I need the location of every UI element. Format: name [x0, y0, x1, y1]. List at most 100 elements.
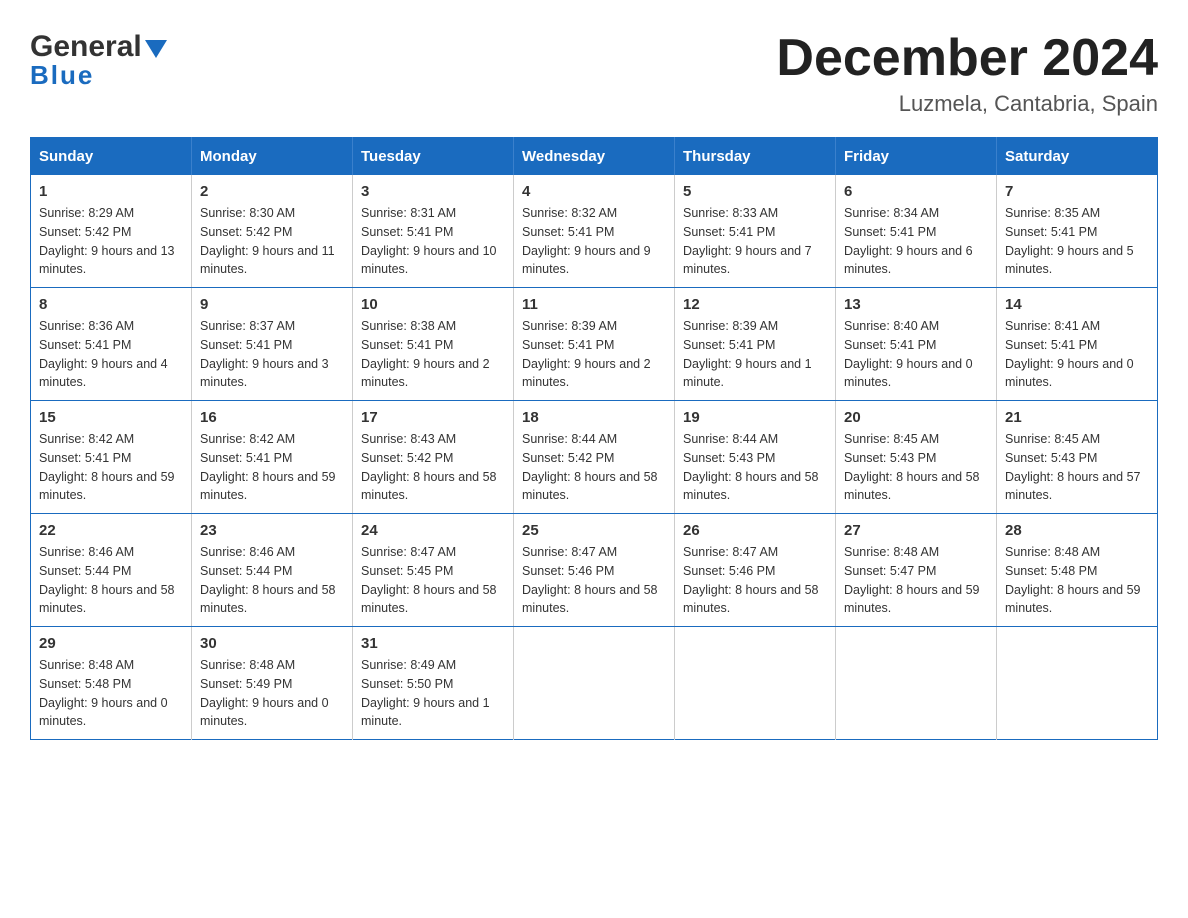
table-row: 20 Sunrise: 8:45 AM Sunset: 5:43 PM Dayl…	[836, 401, 997, 514]
table-row: 2 Sunrise: 8:30 AM Sunset: 5:42 PM Dayli…	[192, 175, 353, 288]
col-header-monday: Monday	[192, 138, 353, 176]
calendar-location: Luzmela, Cantabria, Spain	[776, 91, 1158, 117]
table-row	[675, 627, 836, 740]
day-number: 7	[1005, 183, 1149, 200]
table-row: 1 Sunrise: 8:29 AM Sunset: 5:42 PM Dayli…	[31, 175, 192, 288]
table-row: 5 Sunrise: 8:33 AM Sunset: 5:41 PM Dayli…	[675, 175, 836, 288]
day-number: 3	[361, 183, 505, 200]
calendar-title: December 2024	[776, 30, 1158, 87]
table-row: 29 Sunrise: 8:48 AM Sunset: 5:48 PM Dayl…	[31, 627, 192, 740]
table-row: 12 Sunrise: 8:39 AM Sunset: 5:41 PM Dayl…	[675, 288, 836, 401]
calendar-table: Sunday Monday Tuesday Wednesday Thursday…	[30, 137, 1158, 740]
day-info: Sunrise: 8:47 AM Sunset: 5:46 PM Dayligh…	[683, 543, 827, 618]
day-number: 29	[39, 635, 183, 652]
calendar-week-row: 15 Sunrise: 8:42 AM Sunset: 5:41 PM Dayl…	[31, 401, 1158, 514]
day-info: Sunrise: 8:48 AM Sunset: 5:48 PM Dayligh…	[1005, 543, 1149, 618]
day-number: 13	[844, 296, 988, 313]
day-number: 20	[844, 409, 988, 426]
page-header: General Blue December 2024 Luzmela, Cant…	[30, 30, 1158, 117]
day-info: Sunrise: 8:49 AM Sunset: 5:50 PM Dayligh…	[361, 656, 505, 731]
day-number: 24	[361, 522, 505, 539]
day-number: 31	[361, 635, 505, 652]
table-row	[997, 627, 1158, 740]
table-row: 6 Sunrise: 8:34 AM Sunset: 5:41 PM Dayli…	[836, 175, 997, 288]
day-info: Sunrise: 8:45 AM Sunset: 5:43 PM Dayligh…	[844, 430, 988, 505]
col-header-sunday: Sunday	[31, 138, 192, 176]
day-info: Sunrise: 8:37 AM Sunset: 5:41 PM Dayligh…	[200, 317, 344, 392]
table-row: 31 Sunrise: 8:49 AM Sunset: 5:50 PM Dayl…	[353, 627, 514, 740]
day-number: 14	[1005, 296, 1149, 313]
day-info: Sunrise: 8:34 AM Sunset: 5:41 PM Dayligh…	[844, 204, 988, 279]
day-info: Sunrise: 8:39 AM Sunset: 5:41 PM Dayligh…	[522, 317, 666, 392]
day-number: 10	[361, 296, 505, 313]
table-row: 10 Sunrise: 8:38 AM Sunset: 5:41 PM Dayl…	[353, 288, 514, 401]
table-row: 4 Sunrise: 8:32 AM Sunset: 5:41 PM Dayli…	[514, 175, 675, 288]
logo-arrow-icon	[145, 32, 167, 65]
day-number: 1	[39, 183, 183, 200]
col-header-tuesday: Tuesday	[353, 138, 514, 176]
day-number: 8	[39, 296, 183, 313]
day-info: Sunrise: 8:33 AM Sunset: 5:41 PM Dayligh…	[683, 204, 827, 279]
day-number: 19	[683, 409, 827, 426]
logo-text-general: General	[30, 30, 142, 63]
day-number: 22	[39, 522, 183, 539]
col-header-thursday: Thursday	[675, 138, 836, 176]
day-info: Sunrise: 8:31 AM Sunset: 5:41 PM Dayligh…	[361, 204, 505, 279]
table-row: 8 Sunrise: 8:36 AM Sunset: 5:41 PM Dayli…	[31, 288, 192, 401]
day-info: Sunrise: 8:47 AM Sunset: 5:45 PM Dayligh…	[361, 543, 505, 618]
day-info: Sunrise: 8:42 AM Sunset: 5:41 PM Dayligh…	[39, 430, 183, 505]
logo-name: General	[30, 30, 167, 63]
day-number: 6	[844, 183, 988, 200]
title-block: December 2024 Luzmela, Cantabria, Spain	[776, 30, 1158, 117]
day-number: 5	[683, 183, 827, 200]
day-info: Sunrise: 8:30 AM Sunset: 5:42 PM Dayligh…	[200, 204, 344, 279]
table-row: 3 Sunrise: 8:31 AM Sunset: 5:41 PM Dayli…	[353, 175, 514, 288]
day-info: Sunrise: 8:40 AM Sunset: 5:41 PM Dayligh…	[844, 317, 988, 392]
day-number: 4	[522, 183, 666, 200]
logo: General Blue	[30, 30, 167, 90]
day-number: 30	[200, 635, 344, 652]
table-row: 17 Sunrise: 8:43 AM Sunset: 5:42 PM Dayl…	[353, 401, 514, 514]
table-row: 14 Sunrise: 8:41 AM Sunset: 5:41 PM Dayl…	[997, 288, 1158, 401]
day-info: Sunrise: 8:32 AM Sunset: 5:41 PM Dayligh…	[522, 204, 666, 279]
day-info: Sunrise: 8:41 AM Sunset: 5:41 PM Dayligh…	[1005, 317, 1149, 392]
day-number: 11	[522, 296, 666, 313]
day-number: 26	[683, 522, 827, 539]
day-info: Sunrise: 8:46 AM Sunset: 5:44 PM Dayligh…	[200, 543, 344, 618]
day-number: 9	[200, 296, 344, 313]
table-row: 30 Sunrise: 8:48 AM Sunset: 5:49 PM Dayl…	[192, 627, 353, 740]
day-number: 21	[1005, 409, 1149, 426]
table-row: 7 Sunrise: 8:35 AM Sunset: 5:41 PM Dayli…	[997, 175, 1158, 288]
day-info: Sunrise: 8:44 AM Sunset: 5:43 PM Dayligh…	[683, 430, 827, 505]
day-number: 2	[200, 183, 344, 200]
table-row	[514, 627, 675, 740]
table-row: 18 Sunrise: 8:44 AM Sunset: 5:42 PM Dayl…	[514, 401, 675, 514]
day-info: Sunrise: 8:45 AM Sunset: 5:43 PM Dayligh…	[1005, 430, 1149, 505]
day-number: 17	[361, 409, 505, 426]
day-number: 18	[522, 409, 666, 426]
day-info: Sunrise: 8:46 AM Sunset: 5:44 PM Dayligh…	[39, 543, 183, 618]
day-number: 16	[200, 409, 344, 426]
day-info: Sunrise: 8:36 AM Sunset: 5:41 PM Dayligh…	[39, 317, 183, 392]
table-row: 19 Sunrise: 8:44 AM Sunset: 5:43 PM Dayl…	[675, 401, 836, 514]
table-row: 16 Sunrise: 8:42 AM Sunset: 5:41 PM Dayl…	[192, 401, 353, 514]
calendar-header-row: Sunday Monday Tuesday Wednesday Thursday…	[31, 138, 1158, 176]
calendar-week-row: 8 Sunrise: 8:36 AM Sunset: 5:41 PM Dayli…	[31, 288, 1158, 401]
day-info: Sunrise: 8:44 AM Sunset: 5:42 PM Dayligh…	[522, 430, 666, 505]
table-row: 15 Sunrise: 8:42 AM Sunset: 5:41 PM Dayl…	[31, 401, 192, 514]
table-row: 22 Sunrise: 8:46 AM Sunset: 5:44 PM Dayl…	[31, 514, 192, 627]
day-info: Sunrise: 8:48 AM Sunset: 5:48 PM Dayligh…	[39, 656, 183, 731]
day-info: Sunrise: 8:35 AM Sunset: 5:41 PM Dayligh…	[1005, 204, 1149, 279]
day-number: 27	[844, 522, 988, 539]
logo-text-blue: Blue	[30, 61, 167, 90]
calendar-week-row: 1 Sunrise: 8:29 AM Sunset: 5:42 PM Dayli…	[31, 175, 1158, 288]
day-number: 15	[39, 409, 183, 426]
table-row: 9 Sunrise: 8:37 AM Sunset: 5:41 PM Dayli…	[192, 288, 353, 401]
day-info: Sunrise: 8:42 AM Sunset: 5:41 PM Dayligh…	[200, 430, 344, 505]
table-row	[836, 627, 997, 740]
day-info: Sunrise: 8:48 AM Sunset: 5:47 PM Dayligh…	[844, 543, 988, 618]
day-number: 23	[200, 522, 344, 539]
calendar-week-row: 29 Sunrise: 8:48 AM Sunset: 5:48 PM Dayl…	[31, 627, 1158, 740]
table-row: 11 Sunrise: 8:39 AM Sunset: 5:41 PM Dayl…	[514, 288, 675, 401]
table-row: 23 Sunrise: 8:46 AM Sunset: 5:44 PM Dayl…	[192, 514, 353, 627]
